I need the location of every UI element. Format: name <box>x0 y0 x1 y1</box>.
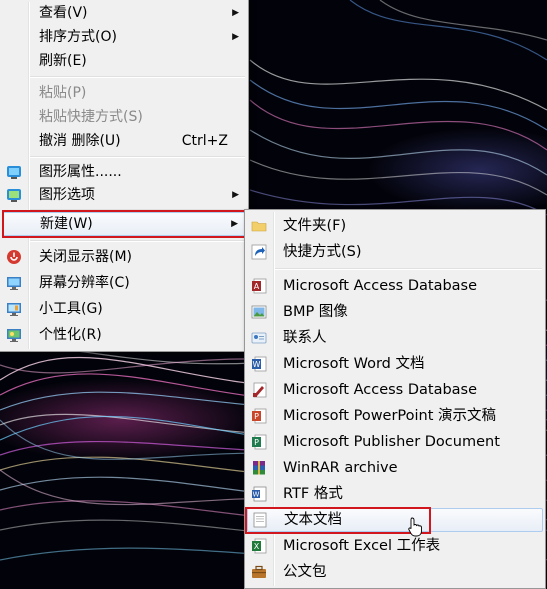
menu-item-label: RTF 格式 <box>283 486 343 502</box>
svg-text:P: P <box>254 438 259 447</box>
menu-item-label: BMP 图像 <box>283 304 348 320</box>
svg-text:W: W <box>253 360 261 369</box>
menu-item-view[interactable]: 查看(V) ▶ <box>2 1 246 25</box>
svg-text:W: W <box>253 491 260 499</box>
power-display-icon <box>7 250 21 264</box>
submenu-item-winrar[interactable]: WinRAR archive <box>247 456 543 480</box>
shortcut-label: Ctrl+Z <box>181 133 228 149</box>
menu-item-label: Microsoft Excel 工作表 <box>283 538 441 554</box>
menu-separator <box>30 156 245 158</box>
menu-item-label: 公文包 <box>283 564 327 580</box>
folder-icon <box>251 221 267 232</box>
menu-item-label: 文件夹(F) <box>283 218 347 234</box>
word-icon: W <box>252 356 267 372</box>
menu-item-label: 图形属性...... <box>39 164 122 180</box>
menu-separator <box>30 76 245 78</box>
menu-item-label: Microsoft Access Database <box>283 278 478 294</box>
menu-item-label: 排序方式(O) <box>39 29 117 45</box>
submenu-item-powerpoint[interactable]: P Microsoft PowerPoint 演示文稿 <box>247 404 543 428</box>
menu-item-refresh[interactable]: 刷新(E) <box>2 49 246 73</box>
submenu-item-excel[interactable]: X Microsoft Excel 工作表 <box>247 534 543 558</box>
powerpoint-icon: P <box>252 408 267 424</box>
submenu-item-briefcase[interactable]: 公文包 <box>247 560 543 584</box>
shortcut-icon <box>251 244 267 260</box>
menu-item-graphics-properties[interactable]: 图形属性...... <box>2 160 246 184</box>
menu-item-label: 查看(V) <box>39 5 88 21</box>
briefcase-icon <box>252 565 266 578</box>
submenu-item-rtf[interactable]: W RTF 格式 <box>247 482 543 506</box>
menu-item-label: 粘贴快捷方式(S) <box>39 109 143 125</box>
menu-item-label: 个性化(R) <box>39 327 102 343</box>
menu-item-personalize[interactable]: 个性化(R) <box>2 323 246 347</box>
menu-item-undo-delete[interactable]: 撤消 删除(U) Ctrl+Z <box>2 129 246 153</box>
menu-item-gadgets[interactable]: 小工具(G) <box>2 297 246 321</box>
gadgets-icon <box>7 303 21 316</box>
excel-icon: X <box>252 538 267 554</box>
menu-item-label: 联系人 <box>283 330 327 346</box>
publisher-icon: P <box>252 434 267 450</box>
menu-item-label: 关闭显示器(M) <box>39 249 133 265</box>
intel-graphics-icon <box>7 166 21 179</box>
menu-item-label: 撤消 删除(U) <box>39 133 121 149</box>
submenu-item-shortcut[interactable]: 快捷方式(S) <box>247 240 543 264</box>
svg-text:A: A <box>254 282 260 291</box>
menu-separator <box>30 240 245 242</box>
access-icon <box>253 382 267 398</box>
menu-item-label: WinRAR archive <box>283 460 398 476</box>
submenu-item-word-document[interactable]: W Microsoft Word 文档 <box>247 352 543 376</box>
menu-item-label: 图形选项 <box>39 187 95 203</box>
submenu-arrow-icon: ▶ <box>232 190 239 200</box>
submenu-item-access-database[interactable]: A Microsoft Access Database <box>247 274 543 298</box>
menu-item-label: 粘贴(P) <box>39 85 87 101</box>
bmp-icon <box>251 305 267 319</box>
monitor-icon <box>7 277 21 290</box>
desktop-context-menu: 查看(V) ▶ 排序方式(O) ▶ 刷新(E) 粘贴(P) 粘贴快捷方式(S) … <box>0 0 249 352</box>
menu-item-label: 小工具(G) <box>39 301 103 317</box>
menu-item-label: Microsoft Word 文档 <box>283 356 425 372</box>
menu-item-label: Microsoft Access Database <box>283 382 478 398</box>
menu-item-paste-shortcut[interactable]: 粘贴快捷方式(S) <box>2 105 246 129</box>
menu-item-label: 屏幕分辨率(C) <box>39 275 130 291</box>
svg-text:X: X <box>254 542 260 551</box>
menu-item-paste[interactable]: 粘贴(P) <box>2 81 246 105</box>
annotation-frame-new <box>2 210 249 238</box>
submenu-arrow-icon: ▶ <box>232 8 239 18</box>
personalize-icon <box>7 329 21 342</box>
desktop: 查看(V) ▶ 排序方式(O) ▶ 刷新(E) 粘贴(P) 粘贴快捷方式(S) … <box>0 0 547 589</box>
menu-item-screen-resolution[interactable]: 屏幕分辨率(C) <box>2 271 246 295</box>
menu-item-label: Microsoft PowerPoint 演示文稿 <box>283 408 497 424</box>
winrar-icon <box>253 461 265 475</box>
annotation-frame-text-document <box>245 507 431 534</box>
menu-separator <box>275 268 542 270</box>
intel-graphics-icon <box>7 189 21 202</box>
svg-text:P: P <box>254 412 259 421</box>
menu-item-sort-by[interactable]: 排序方式(O) ▶ <box>2 25 246 49</box>
submenu-item-publisher[interactable]: P Microsoft Publisher Document <box>247 430 543 454</box>
access-icon: A <box>252 278 267 294</box>
menu-item-graphics-options[interactable]: 图形选项 ▶ <box>2 183 246 207</box>
submenu-item-access-database-2[interactable]: Microsoft Access Database <box>247 378 543 402</box>
menu-item-label: 刷新(E) <box>39 53 87 69</box>
rtf-icon: W <box>252 486 267 502</box>
submenu-item-bmp-image[interactable]: BMP 图像 <box>247 300 543 324</box>
submenu-item-contact[interactable]: 联系人 <box>247 326 543 350</box>
menu-item-label: Microsoft Publisher Document <box>283 434 500 450</box>
submenu-item-folder[interactable]: 文件夹(F) <box>247 214 543 238</box>
menu-item-turn-off-display[interactable]: 关闭显示器(M) <box>2 245 246 269</box>
menu-item-label: 快捷方式(S) <box>283 244 362 260</box>
submenu-arrow-icon: ▶ <box>232 32 239 42</box>
hand-cursor-icon <box>408 517 422 537</box>
contact-icon <box>251 332 267 344</box>
